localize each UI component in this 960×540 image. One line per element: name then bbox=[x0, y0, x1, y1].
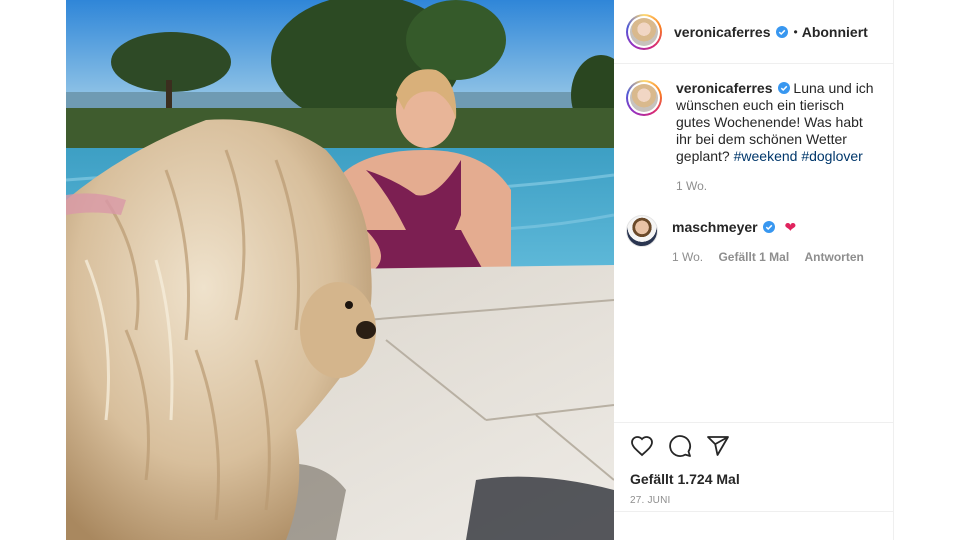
caption-username[interactable]: veronicaferres bbox=[676, 80, 773, 96]
comment-body: maschmeyer ❤ 1 Wo. Gefällt 1 Mal Antwort… bbox=[672, 215, 881, 264]
post-header: veronicaferres • Abonniert bbox=[614, 0, 893, 64]
verified-badge-icon bbox=[775, 25, 788, 38]
avatar-border bbox=[628, 15, 660, 48]
likes-count[interactable]: Gefällt 1.724 Mal bbox=[630, 471, 877, 487]
comment-verified-badge-icon bbox=[762, 221, 775, 233]
share-icon[interactable] bbox=[706, 434, 730, 458]
instagram-post: veronicaferres • Abonniert veronicaferre… bbox=[66, 0, 894, 540]
pool-dog-photo bbox=[66, 0, 614, 540]
caption-body: veronicaferres Luna und ich wünschen euc… bbox=[676, 80, 881, 193]
reply-button[interactable]: Antworten bbox=[805, 250, 864, 264]
separator-dot: • bbox=[793, 24, 798, 39]
caption-time[interactable]: 1 Wo. bbox=[676, 179, 707, 193]
hashtag-doglover[interactable]: #doglover bbox=[801, 148, 863, 164]
avatar bbox=[630, 17, 658, 46]
hashtag-weekend[interactable]: #weekend bbox=[734, 148, 798, 164]
caption-meta: 1 Wo. bbox=[676, 179, 881, 193]
caption-avatar-border bbox=[628, 82, 660, 114]
post-photo[interactable] bbox=[66, 0, 614, 540]
story-ring[interactable] bbox=[626, 13, 662, 50]
comment-input-divider bbox=[614, 511, 893, 512]
comment-username[interactable]: maschmeyer bbox=[672, 219, 758, 235]
comment-likes[interactable]: Gefällt 1 Mal bbox=[718, 250, 789, 264]
comment-meta: 1 Wo. Gefällt 1 Mal Antworten bbox=[672, 250, 881, 264]
commenter-avatar[interactable] bbox=[626, 215, 658, 247]
heart-icon[interactable] bbox=[630, 434, 654, 458]
post-actions: Gefällt 1.724 Mal 27. JUNI bbox=[614, 422, 893, 506]
caption: veronicaferres Luna und ich wünschen euc… bbox=[626, 80, 881, 193]
post-sidebar: veronicaferres • Abonniert veronicaferre… bbox=[614, 0, 894, 540]
comment-icon[interactable] bbox=[668, 434, 692, 458]
action-icons bbox=[630, 433, 877, 459]
caption-avatar-ring[interactable] bbox=[626, 80, 662, 116]
comment-item: maschmeyer ❤ 1 Wo. Gefällt 1 Mal Antwort… bbox=[626, 215, 881, 264]
header-username[interactable]: veronicaferres bbox=[674, 24, 771, 40]
follow-button[interactable]: Abonniert bbox=[802, 24, 868, 40]
comment-time[interactable]: 1 Wo. bbox=[672, 250, 703, 264]
caption-verified-badge-icon bbox=[777, 82, 790, 94]
post-date[interactable]: 27. JUNI bbox=[630, 495, 877, 506]
heart-emoji: ❤ bbox=[784, 219, 797, 235]
comments-section: veronicaferres Luna und ich wünschen euc… bbox=[614, 64, 893, 264]
caption-avatar bbox=[630, 84, 658, 112]
